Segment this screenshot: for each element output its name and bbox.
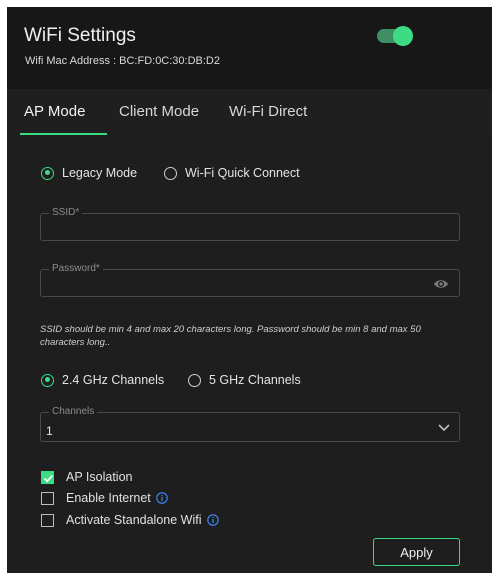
legacy-mode-label: Legacy Mode: [62, 166, 138, 180]
wifi-settings-panel: WiFi Settings Wifi Mac Address : BC:FD:0…: [7, 7, 492, 573]
password-label: Password*: [49, 263, 103, 274]
legacy-mode-option[interactable]: Legacy Mode: [41, 166, 137, 180]
active-tab-indicator: [20, 133, 107, 135]
credentials-hint: SSID should be min 4 and max 20 characte…: [40, 324, 421, 348]
checkmark-icon: [43, 474, 54, 482]
quick-connect-radio[interactable]: [164, 166, 177, 180]
band-24-option[interactable]: 2.4 GHz Channels: [41, 373, 164, 387]
quick-connect-option[interactable]: Wi-Fi Quick Connect: [164, 166, 300, 180]
ssid-input[interactable]: [47, 218, 431, 238]
settings-header: WiFi Settings Wifi Mac Address : BC:FD:0…: [7, 7, 492, 89]
channels-select[interactable]: Channels 1: [40, 406, 460, 442]
mac-address: Wifi Mac Address : BC:FD:0C:30:DB:D2: [25, 55, 220, 67]
standalone-wifi-option[interactable]: Activate Standalone Wifi: [41, 513, 219, 527]
ap-isolation-label: AP Isolation: [66, 470, 133, 484]
chevron-down-icon: [438, 424, 450, 432]
eye-icon[interactable]: [433, 277, 449, 291]
password-input[interactable]: [47, 274, 431, 294]
info-icon[interactable]: [156, 492, 168, 504]
tab-wifi-direct[interactable]: Wi-Fi Direct: [229, 103, 307, 120]
info-icon[interactable]: [206, 514, 219, 526]
page-title: WiFi Settings: [24, 25, 136, 46]
mode-tabs: AP Mode Client Mode Wi-Fi Direct: [7, 89, 492, 135]
tab-ap-mode[interactable]: AP Mode: [24, 103, 85, 120]
standalone-wifi-label: Activate Standalone Wifi: [66, 513, 202, 527]
legacy-mode-radio[interactable]: [41, 166, 54, 180]
ap-isolation-checkbox[interactable]: [41, 470, 54, 484]
enable-internet-option[interactable]: Enable Internet: [41, 491, 168, 505]
toggle-knob: [393, 26, 413, 46]
band-24-label: 2.4 GHz Channels: [62, 373, 165, 387]
wifi-toggle[interactable]: [377, 26, 413, 46]
quick-connect-label: Wi-Fi Quick Connect: [185, 166, 300, 180]
enable-internet-label: Enable Internet: [66, 491, 151, 505]
band-24-radio[interactable]: [41, 373, 54, 387]
tab-client-mode[interactable]: Client Mode: [119, 103, 199, 120]
enable-internet-checkbox[interactable]: [41, 491, 54, 505]
apply-button[interactable]: Apply: [373, 538, 460, 566]
ssid-label: SSID*: [49, 207, 83, 218]
ap-isolation-option[interactable]: AP Isolation: [41, 470, 132, 484]
channels-value: 1: [46, 424, 53, 438]
channels-label: Channels: [49, 406, 98, 417]
band-5-option[interactable]: 5 GHz Channels: [188, 373, 301, 387]
band-5-label: 5 GHz Channels: [209, 373, 301, 387]
password-field[interactable]: Password*: [40, 263, 460, 297]
ssid-field[interactable]: SSID*: [40, 207, 460, 241]
standalone-wifi-checkbox[interactable]: [41, 513, 54, 527]
band-5-radio[interactable]: [188, 373, 201, 387]
